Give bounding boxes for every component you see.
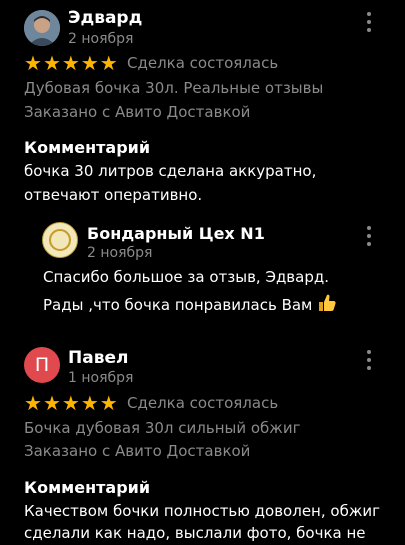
thumbs-up-emoji [319, 294, 336, 311]
avatar[interactable] [24, 10, 60, 46]
star-icon: ★ [99, 391, 118, 415]
rating-stars: ★ ★ ★ ★ ★ [24, 393, 118, 413]
comment-line: сделали как надо, выслали фото, бочка не [24, 524, 366, 542]
star-icon: ★ [80, 51, 99, 75]
item-title[interactable]: Дубовая бочка 30л. Реальные отзывы [24, 79, 323, 97]
avatar[interactable]: П [24, 347, 60, 383]
reply-line-2: Рады ,что бочка понравилась Вам [43, 291, 337, 319]
seller-name[interactable]: Бондарный Цех N1 [87, 224, 265, 243]
more-vertical-icon[interactable] [361, 350, 377, 370]
comment-line: бочка 30 литров сделана аккуратно, [24, 162, 317, 180]
rating-stars: ★ ★ ★ ★ ★ [24, 53, 118, 73]
comment-heading: Комментарий [24, 478, 151, 497]
star-icon: ★ [24, 391, 42, 415]
star-icon: ★ [61, 51, 80, 75]
avatar-photo-icon [24, 10, 60, 46]
reviewer-name[interactable]: Эдвард [68, 8, 142, 28]
delivery-note: Заказано с Авито Доставкой [24, 103, 251, 121]
review-date: 1 ноября [68, 370, 134, 386]
reply-line: Рады ,что бочка понравилась Вам [43, 296, 313, 314]
deal-status: Сделка состоялась [127, 394, 279, 412]
star-icon: ★ [42, 51, 61, 75]
comment-line: отвечают оперативно. [24, 186, 203, 204]
item-title[interactable]: Бочка дубовая 30л сильный обжиг [24, 419, 300, 437]
more-vertical-icon[interactable] [361, 226, 377, 246]
star-icon: ★ [61, 391, 80, 415]
star-icon: ★ [24, 51, 42, 75]
seller-logo-icon [49, 229, 71, 251]
star-icon: ★ [42, 391, 61, 415]
comment-heading: Комментарий [24, 138, 151, 157]
star-icon: ★ [80, 391, 99, 415]
review-date: 2 ноября [68, 31, 134, 47]
reply-date: 2 ноября [87, 245, 153, 261]
star-icon: ★ [99, 51, 118, 75]
delivery-note: Заказано с Авито Доставкой [24, 442, 251, 460]
seller-logo[interactable] [42, 222, 78, 258]
more-vertical-icon[interactable] [361, 12, 377, 32]
reviewer-name[interactable]: Павел [68, 348, 128, 368]
deal-status: Сделка состоялась [127, 54, 279, 72]
reply-line: Спасибо большое за отзыв, Эдвард. [43, 268, 330, 286]
comment-line: Качеством бочки полностью доволен, обжиг [24, 502, 380, 520]
